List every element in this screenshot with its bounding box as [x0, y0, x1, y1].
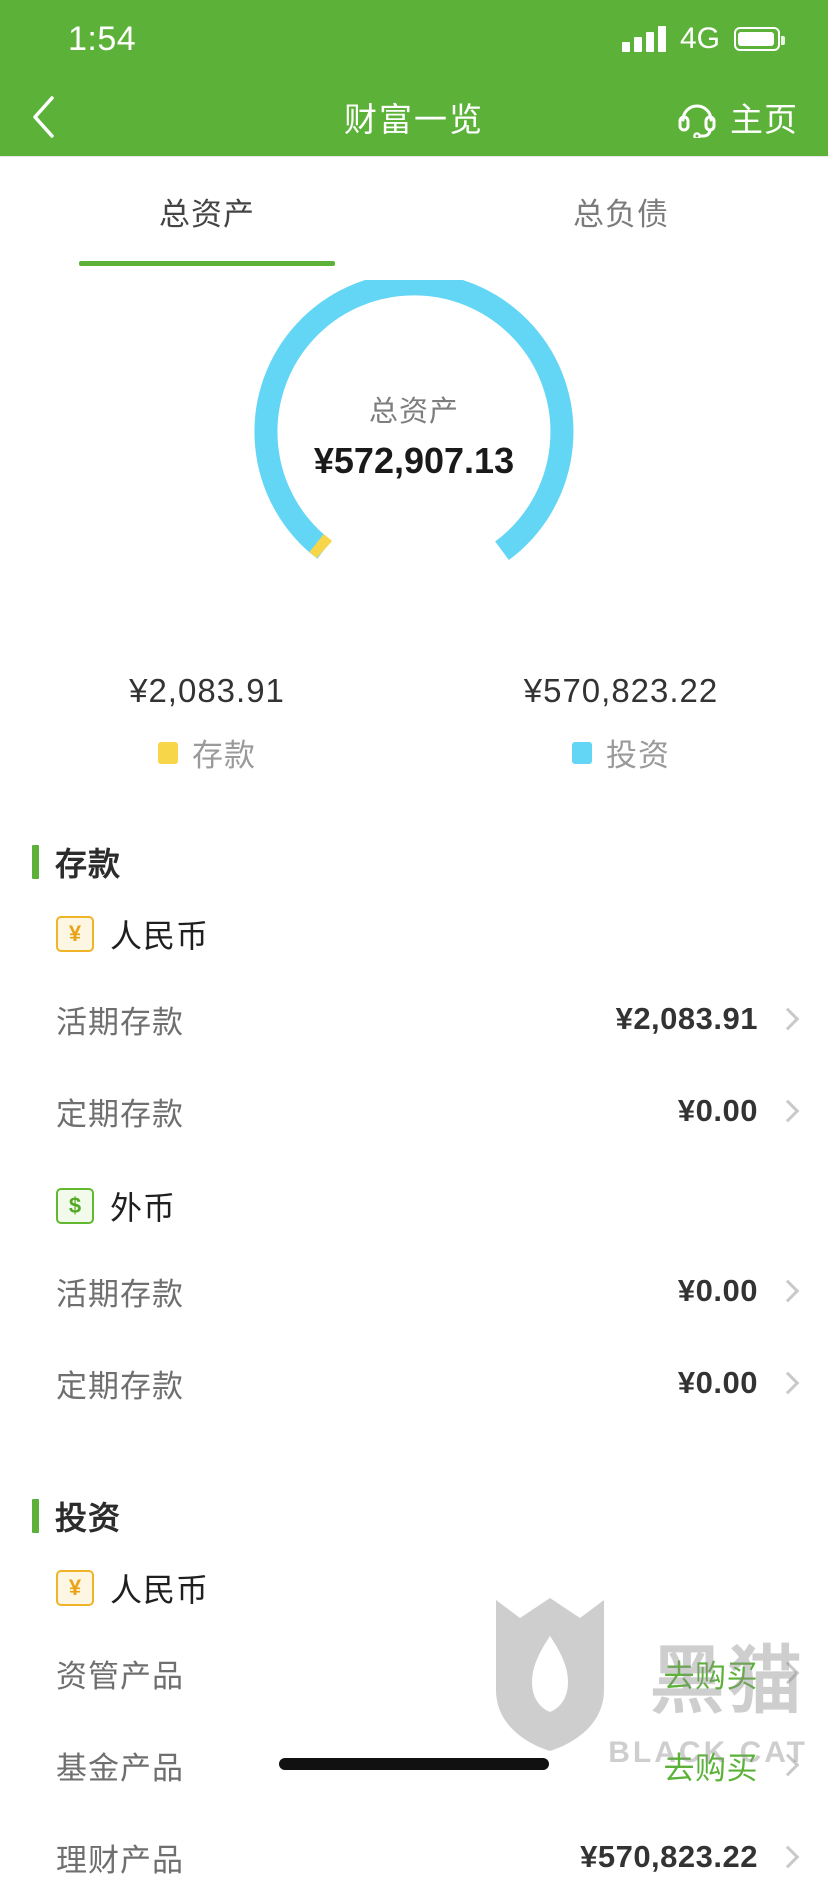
- legend-deposit-label: 存款: [192, 738, 256, 773]
- tab-total-liabilities-label: 总负债: [573, 197, 669, 232]
- assets-donut-chart: 总资产 ¥572,907.13: [0, 280, 828, 590]
- asset-liability-tabs: 总资产 总负债: [0, 156, 828, 266]
- row-label: 理财产品: [56, 1842, 184, 1878]
- currency-label: 人民币: [110, 918, 210, 954]
- currency-group-rmb-investments: ¥ 人民币: [0, 1539, 828, 1627]
- headset-icon: [678, 104, 716, 138]
- row-value: ¥570,823.22: [580, 1839, 758, 1874]
- rmb-note-icon: ¥: [56, 1570, 94, 1606]
- row-label: 基金产品: [56, 1750, 184, 1786]
- donut-segment-deposit: [309, 534, 333, 559]
- section-deposits-title: 存款: [55, 846, 122, 882]
- tab-total-assets[interactable]: 总资产: [0, 157, 414, 266]
- currency-group-rmb-deposits: ¥ 人民币: [0, 885, 828, 973]
- chevron-right-icon: [776, 1661, 800, 1685]
- chevron-right-icon: [776, 1371, 800, 1395]
- section-investments-title: 投资: [55, 1500, 122, 1536]
- row-label: 活期存款: [56, 1004, 184, 1040]
- chevron-right-icon: [776, 1099, 800, 1123]
- back-button[interactable]: [30, 95, 90, 139]
- tab-active-indicator: [79, 261, 335, 266]
- chevron-right-icon: [776, 1279, 800, 1303]
- row-label: 定期存款: [56, 1096, 184, 1132]
- section-investments-header: 投资: [0, 1493, 828, 1539]
- network-type-label: 4G: [679, 22, 720, 55]
- row-action-link[interactable]: 去购买: [664, 1743, 759, 1788]
- legend-item-investment: ¥570,823.22 投资: [414, 672, 828, 775]
- foreign-currency-icon: $: [56, 1188, 94, 1224]
- legend-deposit-swatch-icon: [158, 741, 178, 764]
- status-bar-time: 1:54: [68, 19, 137, 58]
- chevron-left-icon: [33, 96, 54, 138]
- home-label: 主页: [730, 101, 798, 138]
- section-accent-bar: [32, 845, 39, 879]
- row-value: ¥0.00: [677, 1365, 758, 1400]
- section-deposits: 存款 ¥ 人民币 活期存款 ¥2,083.91 定期存款 ¥0.00 $ 外币 …: [0, 839, 828, 1429]
- list-item[interactable]: 定期存款 ¥0.00: [0, 1337, 828, 1429]
- donut-center-text: 总资产 ¥572,907.13: [254, 388, 574, 482]
- wealth-overview-screen: 1:54 4G 财富一览 主页 总资产 总负债 总资产 ¥572,907.13 …: [0, 0, 828, 1878]
- status-bar-indicators: 4G: [621, 22, 785, 56]
- section-deposits-header: 存款: [0, 839, 828, 885]
- navigation-bar: 财富一览 主页: [0, 78, 828, 156]
- chevron-right-icon: [776, 1845, 800, 1869]
- section-accent-bar: [32, 1499, 39, 1533]
- battery-icon: [734, 27, 785, 51]
- legend-item-deposit: ¥2,083.91 存款: [0, 672, 414, 775]
- chevron-right-icon: [776, 1007, 800, 1031]
- row-label: 活期存款: [56, 1276, 184, 1312]
- list-item[interactable]: 活期存款 ¥2,083.91: [0, 973, 828, 1065]
- row-value: ¥0.00: [677, 1273, 758, 1308]
- row-label: 定期存款: [56, 1368, 184, 1404]
- chart-legend: ¥2,083.91 存款 ¥570,823.22 投资: [0, 672, 828, 775]
- list-item[interactable]: 活期存款 ¥0.00: [0, 1245, 828, 1337]
- rmb-note-icon: ¥: [56, 916, 94, 952]
- list-item[interactable]: 资管产品 去购买: [0, 1627, 828, 1719]
- currency-label: 外币: [110, 1190, 177, 1226]
- donut-center-value: ¥572,907.13: [313, 440, 515, 481]
- legend-investment-label: 投资: [606, 738, 670, 773]
- section-investments: 投资 ¥ 人民币 资管产品 去购买 基金产品 去购买 理财产品 ¥570,823…: [0, 1493, 828, 1903]
- list-item[interactable]: 定期存款 ¥0.00: [0, 1065, 828, 1157]
- status-bar: 1:54 4G: [0, 0, 828, 78]
- row-value: ¥0.00: [677, 1093, 758, 1128]
- legend-investment-swatch-icon: [572, 741, 592, 764]
- row-label: 资管产品: [56, 1658, 184, 1694]
- currency-label: 人民币: [110, 1572, 210, 1608]
- tab-total-assets-label: 总资产: [159, 197, 255, 232]
- row-value: ¥2,083.91: [615, 1001, 758, 1036]
- legend-deposit-value: ¥2,083.91: [129, 672, 285, 709]
- row-action-link[interactable]: 去购买: [664, 1651, 759, 1696]
- chevron-right-icon: [776, 1753, 800, 1777]
- home-button[interactable]: 主页: [676, 93, 798, 141]
- currency-group-foreign-deposits: $ 外币: [0, 1157, 828, 1245]
- legend-investment-value: ¥570,823.22: [523, 672, 719, 709]
- donut-center-label: 总资产: [368, 396, 459, 428]
- tab-total-liabilities[interactable]: 总负债: [414, 157, 828, 266]
- signal-bars-icon: [621, 26, 666, 52]
- home-indicator[interactable]: [279, 1758, 549, 1770]
- list-item[interactable]: 理财产品 ¥570,823.22: [0, 1811, 828, 1903]
